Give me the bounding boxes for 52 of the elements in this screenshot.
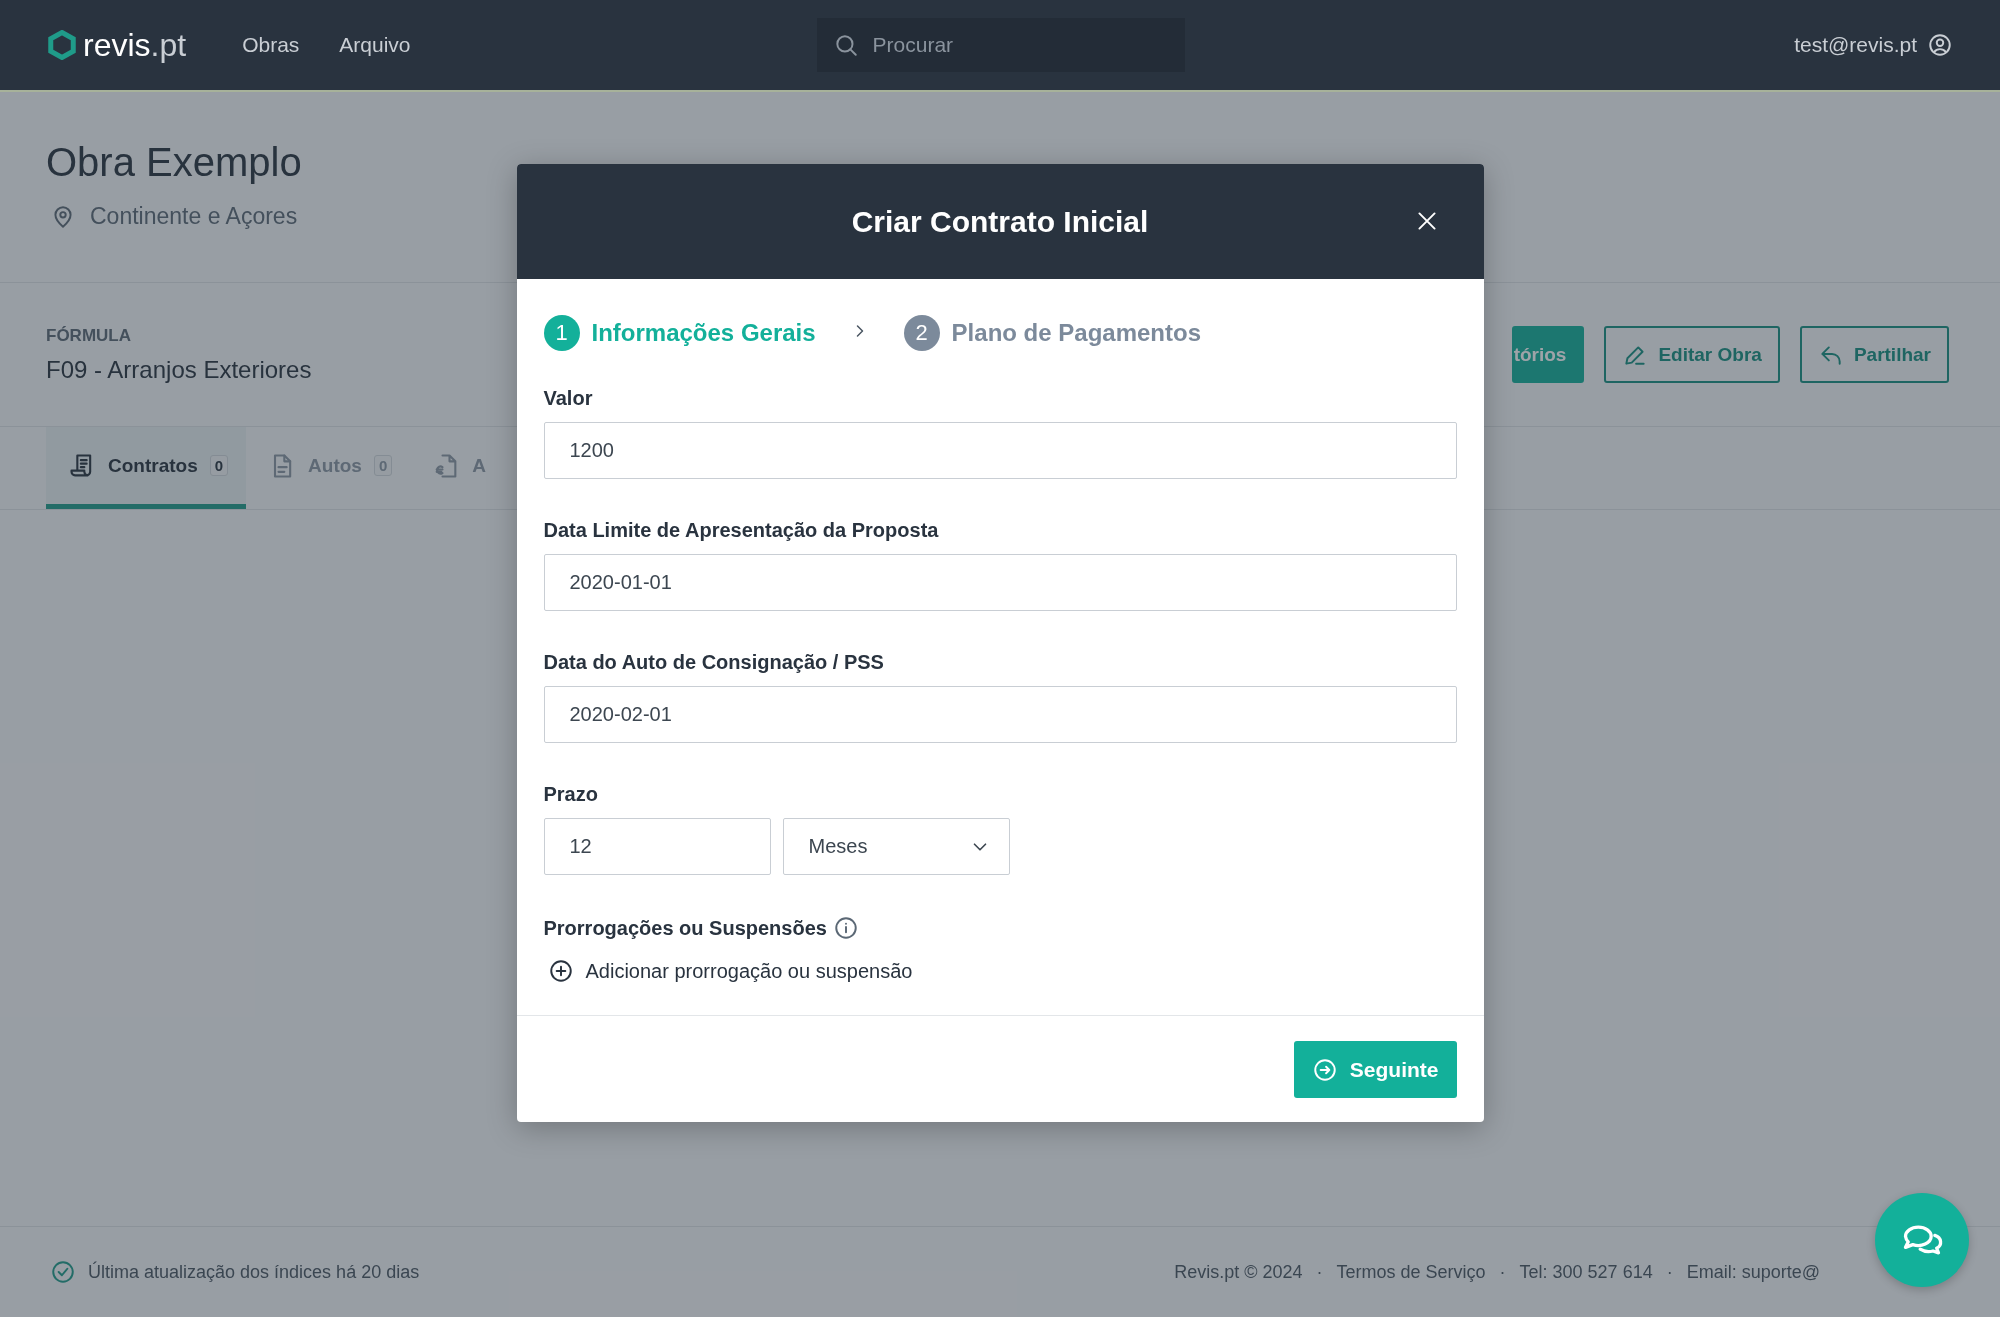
tab-label: Contratos xyxy=(108,454,198,477)
project-location: Continente e Açores xyxy=(90,203,298,230)
logo-text[interactable]: revis.pt xyxy=(83,26,187,64)
search-field[interactable]: Procurar xyxy=(816,18,1185,72)
share-button[interactable]: Partilhar xyxy=(1799,326,1949,383)
field-label: Prorrogações ou Suspensões xyxy=(543,916,827,940)
separator: · xyxy=(1316,1261,1323,1283)
project-title: Obra Exemplo xyxy=(46,140,303,185)
input-field[interactable]: 2020-02-01 xyxy=(543,686,1457,743)
input-field[interactable]: 1200 xyxy=(543,422,1457,479)
step-number: 1 xyxy=(543,315,580,351)
tab[interactable]: A xyxy=(410,427,504,509)
tab[interactable]: Autos 0 xyxy=(246,427,411,509)
tab-label: A xyxy=(472,454,486,477)
nav-link[interactable]: Obras xyxy=(242,33,300,57)
field-label: Valor xyxy=(543,387,594,410)
footer-link[interactable]: Revis.pt © 2024 xyxy=(1174,1261,1303,1283)
wizard-step[interactable]: Plano de Pagamentos xyxy=(951,319,1201,347)
status-text: Última atualização dos índices há 20 dias xyxy=(88,1261,420,1283)
field-label: Data Limite de Apresentação da Proposta xyxy=(543,519,940,542)
edit-button[interactable]: Editar Obra xyxy=(1604,326,1780,383)
count-badge: 0 xyxy=(209,455,229,476)
plus-circle-icon xyxy=(547,958,574,984)
footer-link[interactable]: Termos de Serviço xyxy=(1336,1261,1486,1283)
separator: · xyxy=(1499,1261,1506,1283)
formula-value: F09 - Arranjos Exteriores xyxy=(46,355,312,384)
count-badge: 0 xyxy=(373,455,393,476)
field-label: Prazo xyxy=(543,783,599,806)
arrow-circle-icon xyxy=(1311,1056,1338,1083)
next-button[interactable]: Seguinte xyxy=(1293,1041,1457,1098)
check-circle-icon xyxy=(50,1259,76,1285)
nav-link[interactable]: Arquivo xyxy=(339,33,411,57)
separator: · xyxy=(1666,1261,1673,1283)
step-number: 2 xyxy=(903,315,940,351)
user-circle-icon xyxy=(1927,32,1953,58)
add-link[interactable]: Adicionar prorrogação ou suspensão xyxy=(543,957,919,985)
info-icon xyxy=(832,915,859,941)
unit-dropdown[interactable]: Meses xyxy=(782,818,1010,875)
tab-label: Autos xyxy=(308,454,362,477)
reports-button[interactable]: tórios xyxy=(1511,326,1585,383)
chat-button[interactable] xyxy=(1875,1193,1969,1287)
logo-icon xyxy=(47,30,77,60)
tab[interactable]: Contratos 0 xyxy=(46,427,247,509)
footer-link[interactable]: Tel: 300 527 614 xyxy=(1519,1261,1653,1283)
input-field[interactable]: 12 xyxy=(543,818,771,875)
field-label: Data do Auto de Consignação / PSS xyxy=(543,651,885,674)
user-email[interactable]: test@revis.pt xyxy=(1794,33,1917,57)
formula-label: FÓRMULA xyxy=(46,325,132,346)
wizard-step[interactable]: Informações Gerais xyxy=(591,319,816,347)
footer-link[interactable]: Email: suporte@ xyxy=(1686,1261,1820,1283)
input-field[interactable]: 2020-01-01 xyxy=(543,554,1457,611)
dialog-title: Criar Contrato Inicial xyxy=(851,204,1149,239)
